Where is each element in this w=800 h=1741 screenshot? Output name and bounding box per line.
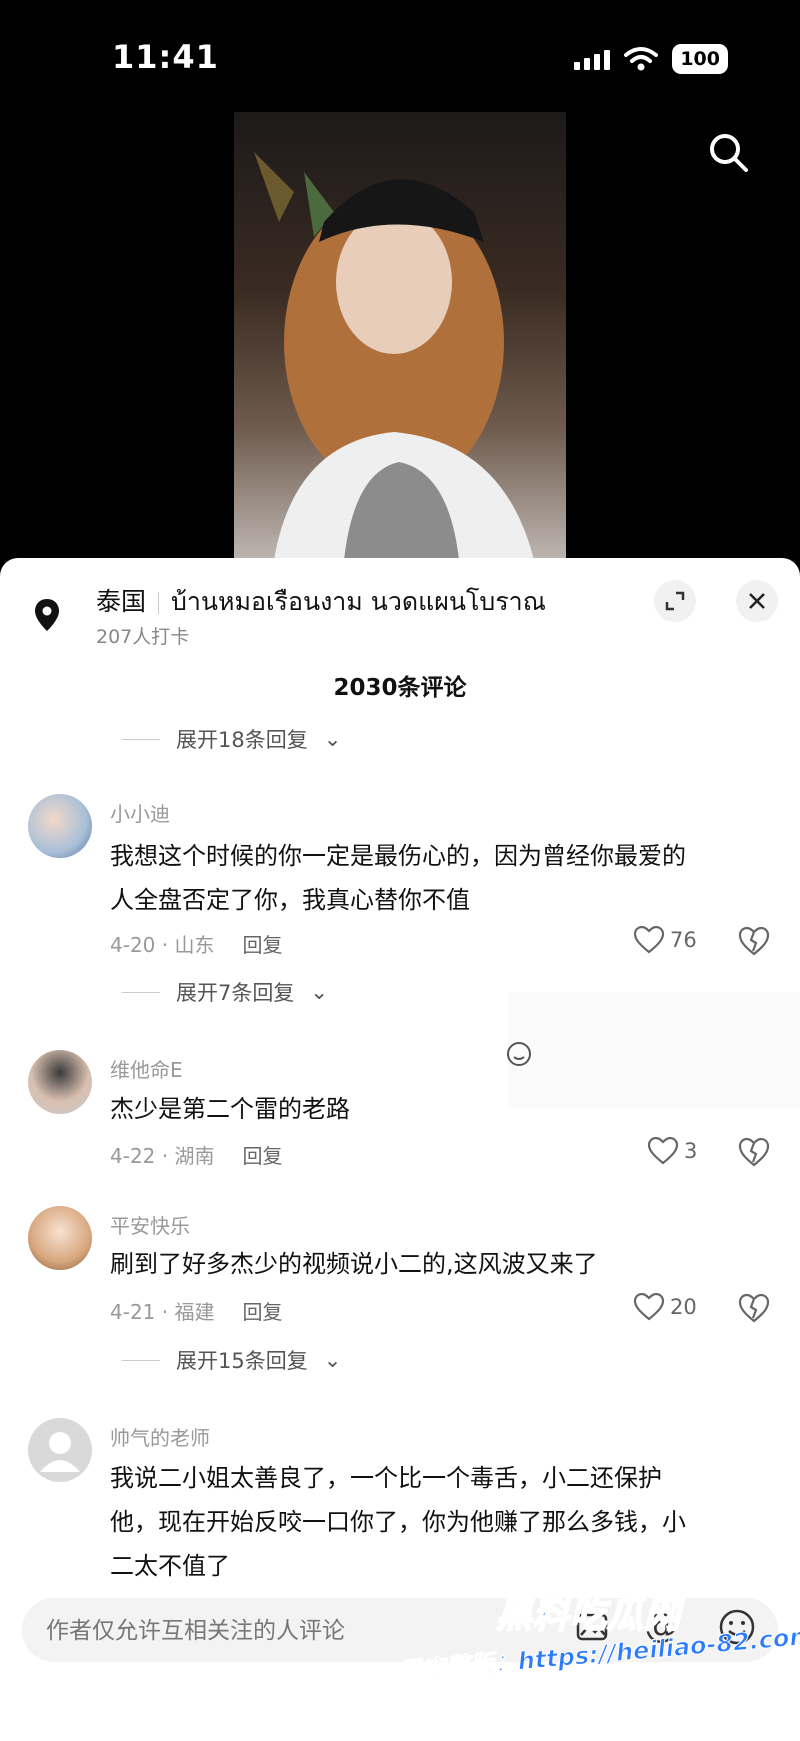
video-thumbnail[interactable] bbox=[234, 112, 566, 560]
comment-text-line: 他，现在开始反咬一口你了，你为他赚了那么多钱，小 bbox=[110, 1508, 686, 1536]
comment-date-location: 4-22 · 湖南 bbox=[110, 1144, 215, 1168]
reply-button[interactable]: 回复 bbox=[242, 1144, 282, 1168]
dislike-icon[interactable] bbox=[738, 1293, 770, 1323]
heart-icon bbox=[634, 926, 664, 954]
comment-date-location: 4-20 · 山东 bbox=[110, 933, 215, 957]
expand-replies-button[interactable]: 展开15条回复 ⌄ bbox=[122, 1345, 341, 1375]
comment-username[interactable]: 小小迪 bbox=[110, 798, 170, 827]
avatar[interactable] bbox=[28, 794, 92, 858]
battery-indicator: 100 bbox=[672, 44, 728, 74]
comment-text-line: 我想这个时候的你一定是最伤心的，因为曾经你最爱的 bbox=[110, 842, 686, 870]
divider bbox=[122, 1359, 160, 1361]
comment-text-line: 人全盘否定了你，我真心替你不值 bbox=[110, 886, 470, 914]
search-icon[interactable] bbox=[706, 130, 752, 176]
default-avatar-icon bbox=[40, 1432, 80, 1472]
comment-text-line: 我说二小姐太善良了，一个比一个毒舌，小二还保护 bbox=[110, 1464, 662, 1492]
collapse-icon bbox=[665, 591, 685, 611]
heart-icon bbox=[634, 1293, 664, 1321]
location-pin-icon bbox=[35, 599, 59, 631]
comment-date-location: 4-21 · 福建 bbox=[110, 1300, 215, 1324]
reply-button[interactable]: 回复 bbox=[242, 933, 282, 957]
comment-username[interactable]: 帅气的老师 bbox=[110, 1422, 210, 1451]
like-button[interactable]: 20 bbox=[634, 1293, 697, 1321]
location-country: 泰国 bbox=[96, 587, 147, 616]
chevron-down-icon: ⌄ bbox=[323, 727, 342, 751]
comment-text: 我想这个时候的你一定是最伤心的，因为曾经你最爱的 人全盘否定了你，我真心替你不值 bbox=[110, 834, 760, 922]
signal-icon bbox=[574, 48, 611, 70]
status-bar: 11:41 100 bbox=[0, 0, 800, 115]
avatar[interactable] bbox=[28, 1050, 92, 1114]
heart-icon bbox=[648, 1137, 678, 1165]
comment-meta: 4-20 · 山东 回复 bbox=[110, 929, 282, 958]
close-icon bbox=[749, 593, 765, 609]
comment-text: 我说二小姐太善良了，一个比一个毒舌，小二还保护 他，现在开始反咬一口你了，你为他… bbox=[110, 1456, 760, 1588]
comment-username[interactable]: 平安快乐 bbox=[110, 1210, 190, 1239]
dislike-icon[interactable] bbox=[738, 926, 770, 956]
location-title[interactable]: 泰国 บ้านหมอเรือนงาม นวดแผนโบราณ bbox=[96, 582, 546, 622]
reply-button[interactable]: 回复 bbox=[242, 1300, 282, 1324]
comment-text: 刷到了好多杰少的视频说小二的,这风波又来了 bbox=[110, 1250, 598, 1278]
close-button[interactable] bbox=[736, 580, 778, 622]
status-time: 11:41 bbox=[112, 38, 219, 76]
expand-replies-label: 展开18条回复 bbox=[176, 728, 308, 752]
comment-meta: 4-21 · 福建 回复 bbox=[110, 1296, 282, 1325]
chevron-down-icon: ⌄ bbox=[323, 1348, 342, 1372]
comment-text-line: 二太不值了 bbox=[110, 1552, 230, 1580]
comment-username[interactable]: 维他命E bbox=[110, 1054, 183, 1083]
location-place: บ้านหมอเรือนงาม นวดแผนโบราณ bbox=[171, 587, 546, 616]
like-count: 76 bbox=[670, 928, 697, 952]
avatar[interactable] bbox=[28, 1418, 92, 1482]
chevron-down-icon: ⌄ bbox=[310, 980, 328, 1004]
divider bbox=[122, 738, 160, 740]
avatar[interactable] bbox=[28, 1206, 92, 1270]
expand-replies-button[interactable]: 展开7条回复 ⌄ bbox=[122, 977, 328, 1007]
video-frame-illustration bbox=[254, 152, 534, 560]
status-icons: 100 bbox=[574, 44, 728, 74]
like-button[interactable]: 3 bbox=[648, 1137, 697, 1165]
divider bbox=[122, 991, 160, 993]
comment-meta: 4-22 · 湖南 回复 bbox=[110, 1140, 282, 1169]
comment-count: 2030条评论 bbox=[333, 675, 467, 701]
comment-text: 杰少是第二个雷的老路 bbox=[110, 1095, 350, 1123]
divider bbox=[158, 592, 160, 614]
collapse-button[interactable] bbox=[654, 580, 696, 622]
emoji-icon bbox=[507, 1042, 531, 1066]
checkin-count: 207人打卡 bbox=[96, 626, 190, 648]
wifi-icon bbox=[624, 47, 659, 71]
expand-replies-label: 展开15条回复 bbox=[176, 1349, 308, 1373]
expand-replies-button[interactable]: 展开18条回复 ⌄ bbox=[122, 724, 341, 754]
expand-replies-label: 展开7条回复 bbox=[176, 981, 295, 1005]
like-count: 3 bbox=[684, 1139, 698, 1163]
like-count: 20 bbox=[670, 1295, 697, 1319]
like-button[interactable]: 76 bbox=[634, 926, 697, 954]
dislike-icon[interactable] bbox=[738, 1137, 770, 1167]
